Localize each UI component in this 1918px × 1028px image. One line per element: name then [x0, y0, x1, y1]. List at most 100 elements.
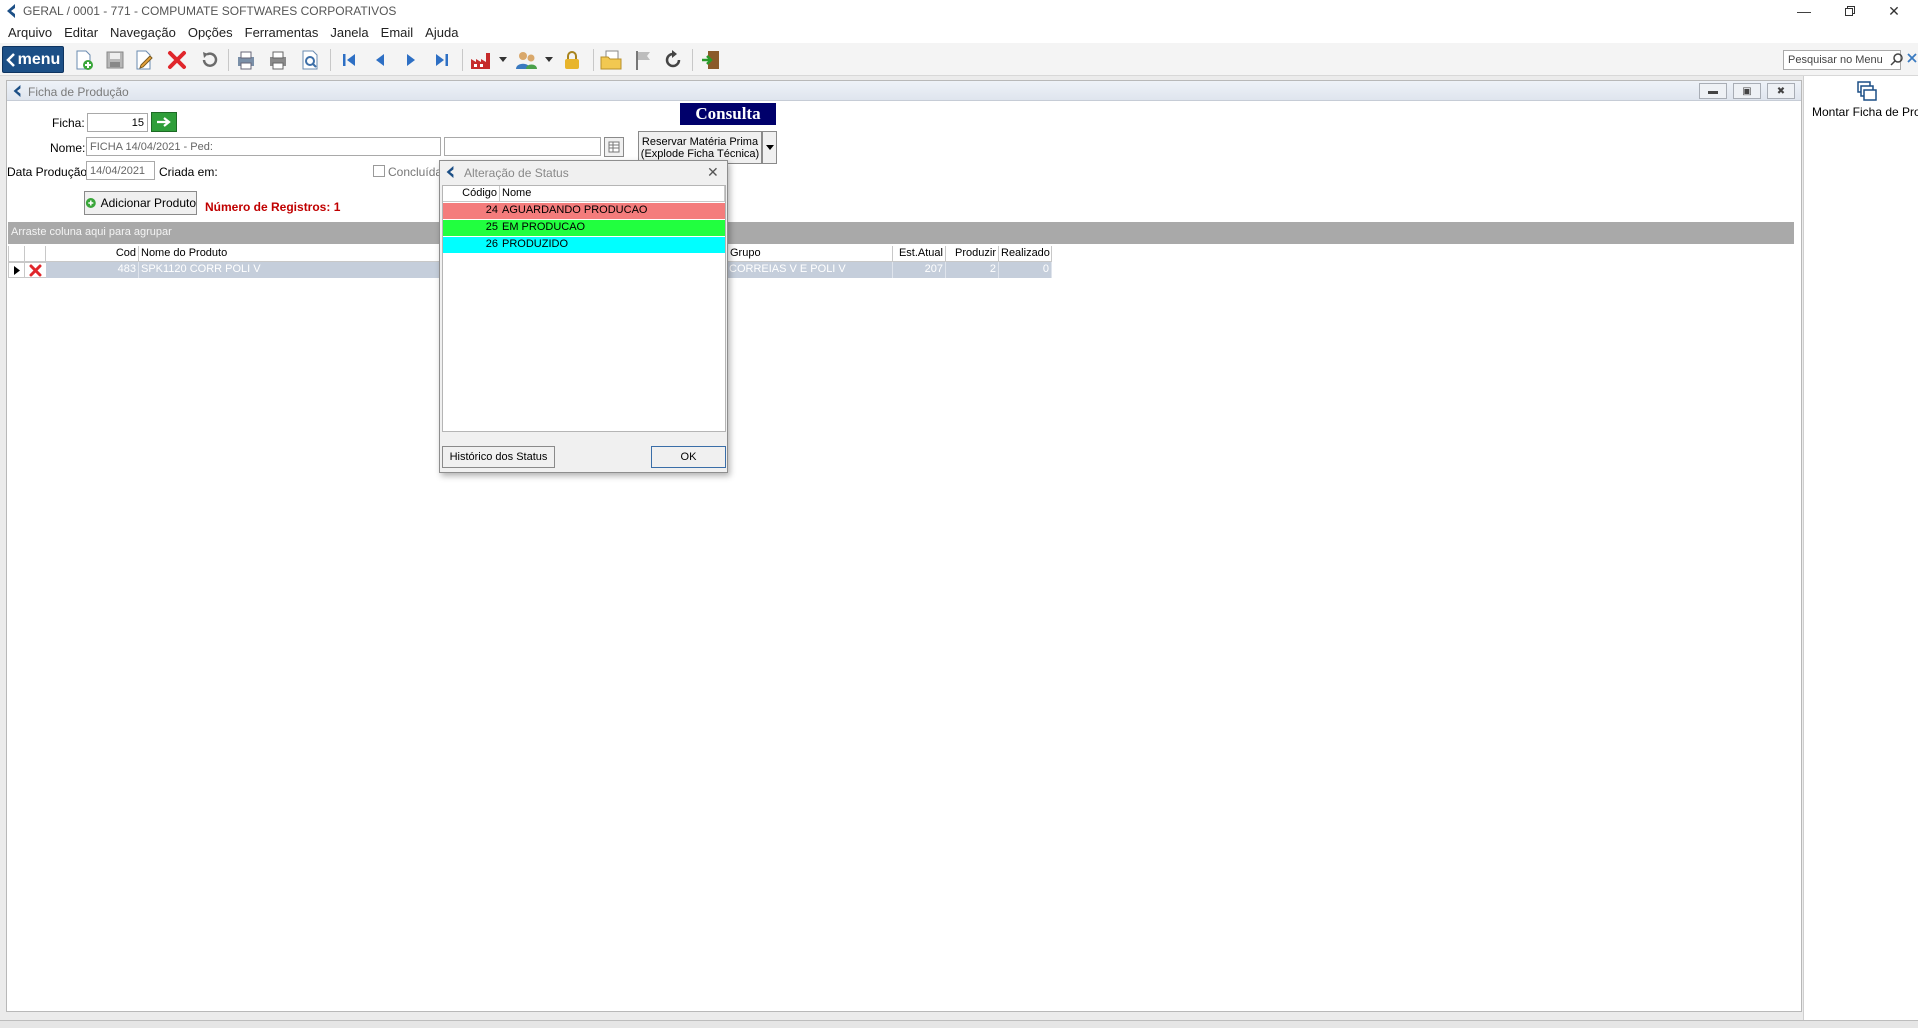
grid-header-produzir[interactable]: Produzir [946, 246, 999, 262]
menu-editar[interactable]: Editar [60, 25, 106, 40]
menu-navegacao[interactable]: Navegação [106, 25, 184, 40]
toolbar-separator [593, 49, 594, 71]
status-nome: EM PRODUCAO [502, 221, 586, 233]
grid-header-realizado[interactable]: Realizado [999, 246, 1052, 262]
toolbar-separator [330, 49, 331, 71]
grid-header-nome[interactable]: Nome do Produto [139, 246, 440, 262]
main-menu-button[interactable]: menu [2, 46, 64, 73]
main-menu-label: menu [17, 50, 61, 68]
factory-icon[interactable] [468, 47, 494, 73]
concluida-checkbox[interactable] [373, 165, 385, 177]
status-header-codigo[interactable]: Código [443, 186, 500, 202]
grid-cell-est-atual[interactable]: 207 [893, 262, 946, 278]
status-codigo: 24 [485, 204, 498, 216]
child-window-header: Ficha de Produção ▬ ▣ ✖ [7, 81, 1801, 101]
grid-cell-nome[interactable]: SPK1120 CORR POLI V [139, 262, 440, 278]
data-producao-label: Data Produção: [7, 165, 91, 179]
adicionar-produto-button[interactable]: Adicionar Produto [84, 191, 197, 215]
last-record-icon[interactable] [429, 47, 455, 73]
status-row[interactable]: 26 PRODUZIDO [443, 237, 725, 253]
refresh-icon[interactable] [660, 47, 686, 73]
delete-icon[interactable] [164, 47, 190, 73]
ficha-producao-window: Ficha de Produção ▬ ▣ ✖ [6, 80, 1802, 1012]
status-row[interactable]: 24 AGUARDANDO PRODUCAO [443, 203, 725, 219]
child-maximize-icon[interactable]: ▣ [1733, 83, 1761, 99]
first-record-icon[interactable] [336, 47, 362, 73]
menu-ferramentas[interactable]: Ferramentas [241, 25, 327, 40]
print-preview-icon[interactable] [233, 47, 259, 73]
child-close-icon[interactable]: ✖ [1767, 83, 1795, 99]
title-bar: GERAL / 0001 - 771 - COMPUMATE SOFTWARES… [0, 0, 1918, 22]
menu-arquivo[interactable]: Arquivo [4, 25, 60, 40]
reservar-dropdown-button[interactable] [762, 131, 777, 164]
secondary-input[interactable] [444, 137, 601, 156]
previous-record-icon[interactable] [367, 47, 393, 73]
app-logo-icon [11, 84, 23, 98]
toolbar-separator [692, 49, 693, 71]
dropdown-arrow-icon[interactable] [499, 57, 507, 63]
dialog-title: Alteração de Status [464, 166, 569, 180]
folder-open-icon[interactable] [598, 47, 624, 73]
ficha-input[interactable]: 15 [87, 113, 148, 132]
grid-lookup-icon [608, 141, 620, 153]
new-record-icon[interactable] [71, 47, 97, 73]
ficha-label: Ficha: [52, 116, 85, 130]
print-icon[interactable] [265, 47, 291, 73]
report-icon[interactable] [297, 47, 323, 73]
status-row[interactable]: 25 EM PRODUCAO [443, 220, 725, 236]
status-codigo: 26 [485, 238, 498, 250]
save-icon[interactable] [102, 47, 128, 73]
montar-ficha-link[interactable]: Montar Ficha de Pro [1812, 105, 1918, 119]
status-nome: AGUARDANDO PRODUCAO [502, 204, 648, 216]
toolbar-separator [462, 49, 463, 71]
edit-icon[interactable] [131, 47, 157, 73]
windows-stack-icon[interactable] [1856, 80, 1878, 102]
toolbar: menu Pesquisar no Menu [0, 43, 1918, 76]
status-list: Código Nome 24 AGUARDANDO PRODUCAO 25 EM PR… [442, 185, 726, 432]
arrow-right-icon [157, 117, 171, 127]
grid-header-grupo[interactable]: Grupo [727, 246, 893, 262]
menu-email[interactable]: Email [377, 25, 422, 40]
consulta-badge: Consulta [680, 103, 776, 125]
historico-status-button[interactable]: Histórico dos Status [442, 446, 555, 468]
row-indicator-icon[interactable] [8, 262, 25, 278]
next-record-icon[interactable] [398, 47, 424, 73]
exit-icon[interactable] [698, 47, 724, 73]
close-window-icon[interactable]: ✕ [1872, 0, 1916, 22]
grid-header-est-atual[interactable]: Est.Atual [893, 246, 946, 262]
menu-ajuda[interactable]: Ajuda [421, 25, 466, 40]
lookup-button[interactable] [604, 137, 624, 157]
grid-cell-grupo[interactable]: CORREIAS V E POLI V [727, 262, 893, 278]
nome-input[interactable]: FICHA 14/04/2021 - Ped: [86, 137, 441, 156]
adicionar-produto-label: Adicionar Produto [100, 196, 196, 210]
ok-button[interactable]: OK [651, 446, 726, 468]
go-arrow-button[interactable] [151, 112, 177, 132]
app-logo-icon [444, 165, 456, 179]
menu-janela[interactable]: Janela [326, 25, 376, 40]
grid-cell-cod[interactable]: 483 [46, 262, 139, 278]
lock-icon[interactable] [559, 47, 585, 73]
undo-icon[interactable] [196, 47, 222, 73]
grid-cell-realizado[interactable]: 0 [999, 262, 1052, 278]
dropdown-arrow-icon[interactable] [545, 57, 553, 63]
search-icon[interactable] [1890, 52, 1904, 66]
group-by-bar[interactable]: Arraste coluna aqui para agrupar [8, 222, 1794, 244]
delete-row-icon[interactable] [25, 262, 46, 278]
status-header-nome[interactable]: Nome [500, 186, 725, 202]
users-icon[interactable] [514, 47, 540, 73]
clear-search-icon[interactable] [1907, 53, 1917, 63]
menu-opcoes[interactable]: Opções [184, 25, 241, 40]
app-logo-icon [4, 3, 18, 19]
grid-header-cod[interactable]: Cod [46, 246, 139, 262]
dropdown-arrow-icon [765, 144, 774, 150]
minimize-window-icon[interactable]: — [1782, 0, 1826, 22]
reservar-line2: (Explode Ficha Técnica) [640, 147, 760, 160]
restore-window-icon[interactable] [1828, 0, 1872, 22]
grid-cell-produzir[interactable]: 2 [946, 262, 999, 278]
dialog-close-icon[interactable]: ✕ [707, 164, 719, 181]
data-producao-input[interactable]: 14/04/2021 [86, 161, 155, 180]
alteracao-status-dialog: Alteração de Status ✕ Código Nome 24 AGUA… [439, 160, 728, 473]
child-minimize-icon[interactable]: ▬ [1699, 83, 1727, 99]
flag-icon[interactable] [630, 47, 656, 73]
menu-search-input[interactable]: Pesquisar no Menu [1783, 50, 1901, 70]
